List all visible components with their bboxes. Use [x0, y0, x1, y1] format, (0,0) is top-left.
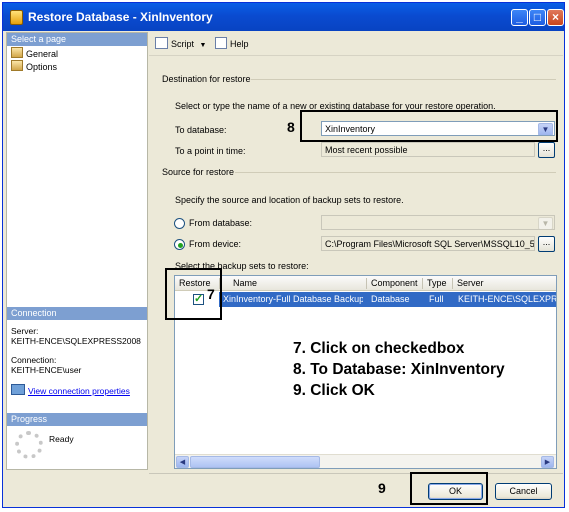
- window-title: Restore Database - XinInventory: [28, 10, 213, 24]
- left-panel: Select a page General Options Connection…: [6, 32, 148, 470]
- script-dropdown-icon[interactable]: ▼: [200, 42, 207, 49]
- script-label: Script: [171, 39, 195, 49]
- properties-icon: [11, 384, 25, 395]
- page-general-label: General: [26, 49, 59, 59]
- scrollbar-thumb[interactable]: [190, 456, 320, 468]
- maximize-button[interactable]: □: [529, 9, 546, 26]
- divider[interactable]: [452, 278, 453, 289]
- from-device-field: C:\Program Files\Microsoft SQL Server\MS…: [321, 236, 535, 251]
- progress-spinner-icon: [15, 431, 43, 459]
- source-description: Specify the source and location of backu…: [175, 195, 404, 205]
- cell-component: Database: [371, 294, 410, 304]
- divider[interactable]: [366, 278, 367, 289]
- divider: [149, 473, 563, 474]
- page-options-label: Options: [26, 62, 58, 72]
- help-label: Help: [230, 39, 249, 49]
- scroll-right-icon[interactable]: ▶: [541, 456, 554, 468]
- to-database-label: To database:: [175, 125, 227, 135]
- column-header-name[interactable]: Name: [233, 278, 257, 288]
- destination-group-label: Destination for restore: [162, 74, 251, 84]
- from-database-radio[interactable]: [174, 218, 185, 229]
- step8-number: 8: [287, 119, 295, 135]
- divider[interactable]: [422, 278, 423, 289]
- cancel-button[interactable]: Cancel: [495, 483, 552, 500]
- connection-header: Connection: [7, 307, 147, 320]
- horizontal-scrollbar[interactable]: ◀ ▶: [175, 454, 556, 468]
- divider: [235, 172, 556, 173]
- from-device-radio[interactable]: [174, 239, 185, 250]
- from-database-combobox: ▼: [321, 215, 555, 230]
- cell-type: Full: [429, 294, 444, 304]
- select-page-header: Select a page: [7, 33, 147, 46]
- instruction-line-3: 9. Click OK: [293, 382, 375, 399]
- view-connection-properties[interactable]: View connection properties: [11, 384, 147, 396]
- radio-selected-dot: [178, 243, 183, 248]
- cell-server: KEITH-ENCE\SQLEXPRESS2008: [458, 294, 556, 304]
- view-connection-properties-link[interactable]: View connection properties: [28, 386, 130, 396]
- step7-number: 7: [207, 286, 215, 302]
- from-device-value: C:\Program Files\Microsoft SQL Server\MS…: [325, 239, 535, 249]
- point-in-time-label: To a point in time:: [175, 146, 246, 156]
- connection-value: KEITH-ENCE\user: [11, 365, 82, 375]
- column-header-component[interactable]: Component: [371, 278, 418, 288]
- cell-name: XinInventory-Full Database Backup: [223, 294, 363, 304]
- from-device-label: From device:: [189, 239, 242, 249]
- scroll-left-icon[interactable]: ◀: [176, 456, 189, 468]
- point-in-time-field: Most recent possible: [321, 142, 535, 157]
- column-header-type[interactable]: Type: [427, 278, 447, 288]
- divider: [251, 79, 556, 80]
- close-button[interactable]: ×: [547, 9, 564, 26]
- toolbar: Script ▼ Help: [149, 32, 563, 56]
- restore-database-dialog: Restore Database - XinInventory _ □ × Se…: [2, 2, 565, 508]
- step8-highlight-box: [300, 110, 558, 142]
- column-header-server[interactable]: Server: [457, 278, 484, 288]
- from-device-browse-button[interactable]: ...: [538, 236, 555, 252]
- page-options[interactable]: Options: [11, 60, 57, 73]
- help-button[interactable]: Help: [215, 37, 249, 49]
- page-icon: [11, 47, 23, 58]
- database-icon: [10, 10, 23, 25]
- script-icon: [155, 37, 168, 49]
- page-icon: [11, 60, 23, 71]
- chevron-down-icon: ▼: [538, 217, 553, 229]
- page-general[interactable]: General: [11, 47, 58, 60]
- table-row[interactable]: ✓ XinInventory-Full Database Backup Data…: [175, 292, 556, 307]
- server-value: KEITH-ENCE\SQLEXPRESS2008: [11, 336, 141, 346]
- server-label: Server:: [11, 326, 39, 336]
- point-in-time-browse-button[interactable]: ...: [538, 142, 555, 158]
- instruction-line-1: 7. Click on checkedbox: [293, 340, 465, 357]
- grid-header: Restore Name Component Type Server: [175, 276, 556, 291]
- point-in-time-value: Most recent possible: [325, 145, 408, 155]
- title-bar[interactable]: Restore Database - XinInventory _ □ ×: [3, 3, 564, 31]
- from-database-label: From database:: [189, 218, 253, 228]
- connection-label: Connection:: [11, 355, 57, 365]
- minimize-button[interactable]: _: [511, 9, 528, 26]
- step9-highlight-box: [410, 472, 488, 505]
- help-icon: [215, 37, 227, 49]
- step9-number: 9: [378, 480, 386, 496]
- instruction-line-2: 8. To Database: XinInventory: [293, 361, 505, 378]
- source-group-label: Source for restore: [162, 167, 235, 177]
- progress-header: Progress: [7, 413, 147, 426]
- script-button[interactable]: Script ▼: [155, 37, 206, 49]
